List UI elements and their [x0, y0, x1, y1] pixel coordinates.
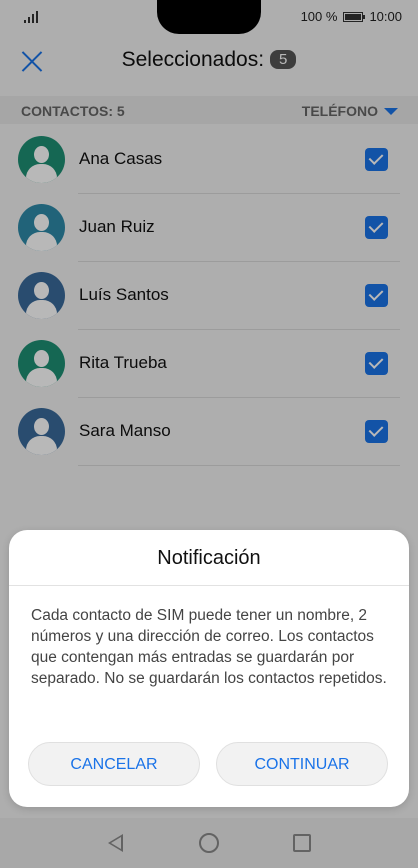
- dialog-message: Cada contacto de SIM puede tener un nomb…: [31, 607, 387, 687]
- dialog-title: Notificación: [157, 547, 261, 569]
- notification-dialog: Notificación Cada contacto de SIM puede …: [9, 530, 409, 807]
- cancel-button[interactable]: CANCELAR: [28, 742, 200, 786]
- dialog-divider: [9, 585, 409, 586]
- continue-button[interactable]: CONTINUAR: [216, 742, 388, 786]
- screen: 100 % 10:00 Seleccionados: 5 CONTACTOS: 5…: [0, 0, 418, 868]
